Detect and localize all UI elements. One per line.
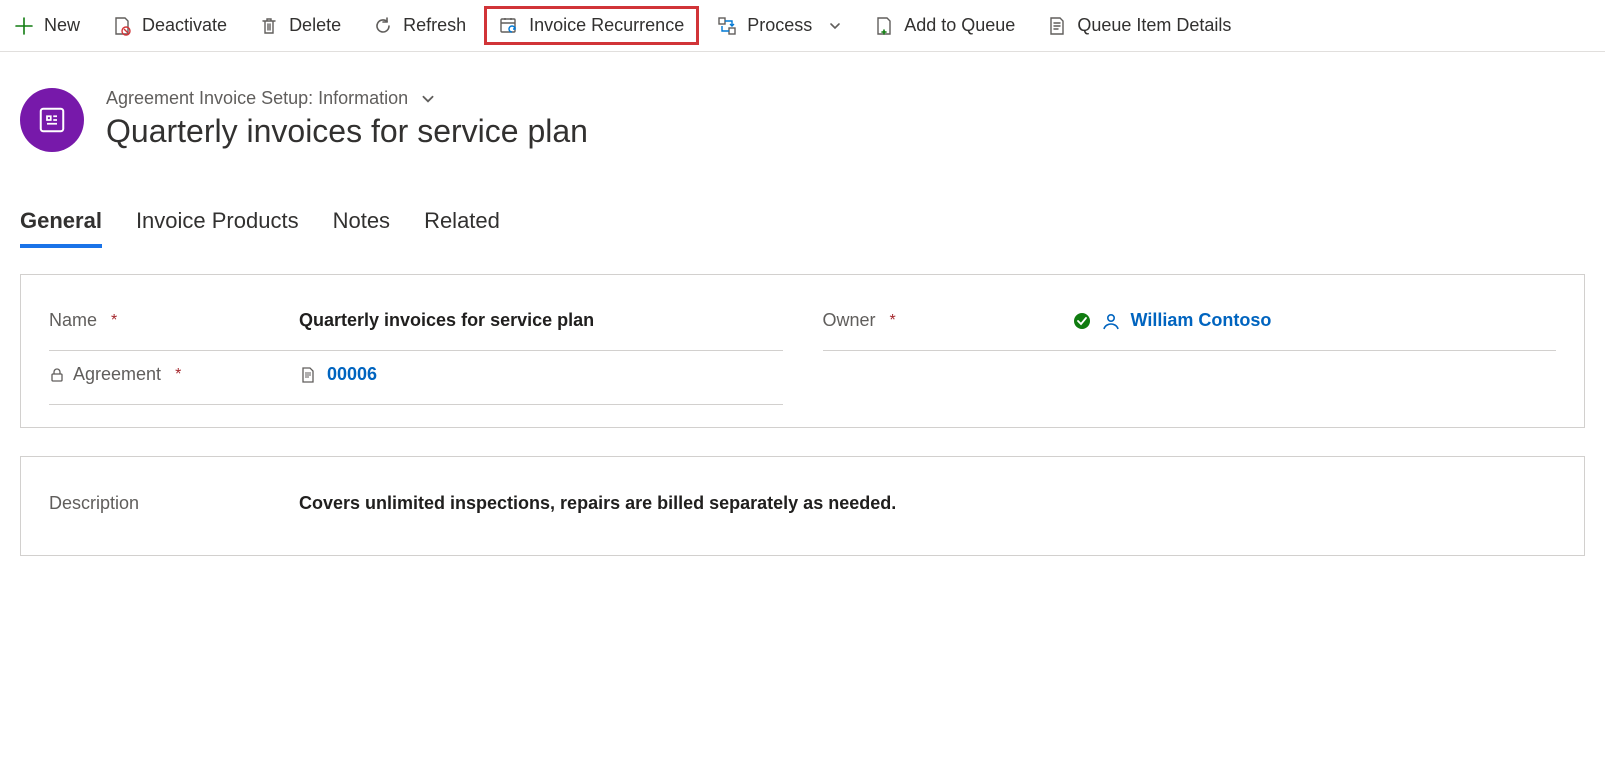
description-label: Description [49,493,139,514]
entity-icon [20,88,84,152]
name-label: Name [49,310,97,331]
check-circle-icon [1073,312,1091,330]
name-value: Quarterly invoices for service plan [299,310,783,331]
delete-label: Delete [289,15,341,36]
chevron-down-icon [420,91,436,107]
process-button[interactable]: Process [703,7,856,44]
queue-item-details-button[interactable]: Queue Item Details [1033,7,1245,44]
new-button[interactable]: New [0,7,94,44]
field-owner[interactable]: Owner * William Contoso [823,297,1557,351]
add-to-queue-button[interactable]: Add to Queue [860,7,1029,44]
tab-general[interactable]: General [20,208,102,248]
process-icon [717,16,737,36]
tab-notes[interactable]: Notes [333,208,390,248]
required-indicator: * [111,312,117,330]
refresh-label: Refresh [403,15,466,36]
deactivate-label: Deactivate [142,15,227,36]
new-label: New [44,15,80,36]
document-icon [299,366,317,384]
description-value: Covers unlimited inspections, repairs ar… [299,493,1556,514]
add-to-queue-icon [874,16,894,36]
invoice-recurrence-label: Invoice Recurrence [529,15,684,36]
tab-related[interactable]: Related [424,208,500,248]
add-to-queue-label: Add to Queue [904,15,1015,36]
refresh-icon [373,16,393,36]
field-description[interactable]: Description Covers unlimited inspections… [49,479,1556,533]
field-name[interactable]: Name * Quarterly invoices for service pl… [49,297,783,351]
deactivate-icon [112,16,132,36]
owner-label: Owner [823,310,876,331]
process-label: Process [747,15,812,36]
tab-invoice-products[interactable]: Invoice Products [136,208,299,248]
required-indicator: * [175,366,181,384]
user-icon [1101,311,1121,331]
section-description: Description Covers unlimited inspections… [20,456,1585,556]
queue-item-details-label: Queue Item Details [1077,15,1231,36]
invoice-recurrence-button[interactable]: Invoice Recurrence [484,6,699,45]
field-agreement[interactable]: Agreement * 00006 [49,351,783,405]
chevron-down-icon [828,19,842,33]
form-name: Agreement Invoice Setup: Information [106,88,408,109]
owner-value[interactable]: William Contoso [1131,310,1272,331]
agreement-label: Agreement [73,364,161,385]
queue-details-icon [1047,16,1067,36]
record-title: Quarterly invoices for service plan [106,113,588,150]
calendar-recurrence-icon [499,16,519,36]
trash-icon [259,16,279,36]
command-bar: New Deactivate Delete Refresh Invoice Re… [0,0,1605,52]
plus-icon [14,16,34,36]
required-indicator: * [890,312,896,330]
agreement-value[interactable]: 00006 [327,364,377,385]
tab-bar: General Invoice Products Notes Related [0,152,1605,248]
form-switcher[interactable]: Agreement Invoice Setup: Information [106,88,588,109]
refresh-button[interactable]: Refresh [359,7,480,44]
record-header: Agreement Invoice Setup: Information Qua… [0,52,1605,152]
lock-icon [49,367,65,383]
delete-button[interactable]: Delete [245,7,355,44]
section-general-fields: Name * Quarterly invoices for service pl… [20,274,1585,428]
deactivate-button[interactable]: Deactivate [98,7,241,44]
